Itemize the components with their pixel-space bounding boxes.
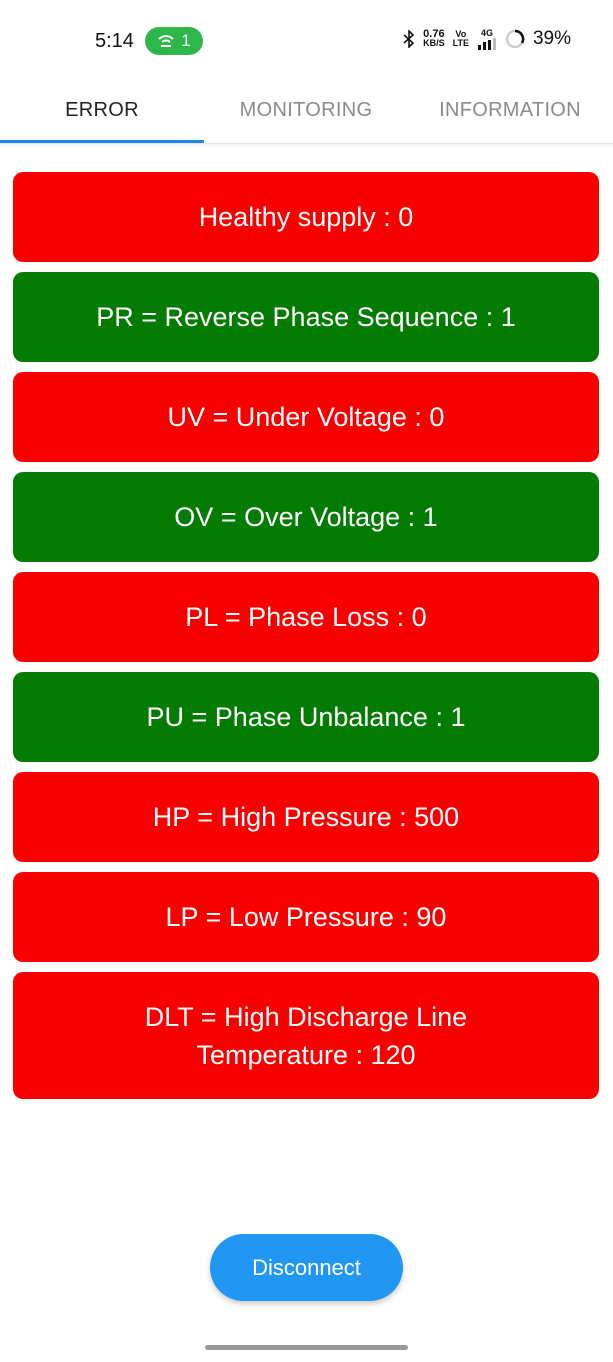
tab-monitoring[interactable]: MONITORING [204,80,408,140]
hotspot-pill[interactable]: 1 [145,27,203,55]
error-item-over-voltage: OV = Over Voltage : 1 [13,472,599,562]
tab-error[interactable]: ERROR [0,80,204,140]
error-label: OV = Over Voltage : 1 [174,502,438,532]
tab-information[interactable]: INFORMATION [408,80,612,140]
error-label: HP = High Pressure : 500 [152,802,460,832]
active-tab-indicator [0,140,204,143]
status-icons: 0.76 KB/S Vo LTE 4G 39% [403,28,571,50]
home-indicator[interactable] [205,1345,408,1350]
disconnect-button[interactable]: Disconnect [210,1234,403,1301]
error-item-healthy-supply: Healthy supply : 0 [13,172,599,262]
net-speed: 0.76 KB/S [423,28,445,48]
error-label: LP = Low Pressure : 90 [165,902,447,932]
error-label: PL = Phase Loss : 0 [185,602,427,632]
error-label: PU = Phase Unbalance : 1 [146,702,466,732]
error-item-low-pressure: LP = Low Pressure : 90 [13,872,599,962]
error-label-line2: Temperature : 120 [196,1039,416,1070]
error-item-high-pressure: HP = High Pressure : 500 [13,772,599,862]
error-item-phase-loss: PL = Phase Loss : 0 [13,572,599,662]
signal-indicator: 4G [477,28,497,50]
error-item-discharge-temperature: DLT = High Discharge Line Temperature : … [13,972,599,1099]
error-label: UV = Under Voltage : 0 [167,402,445,432]
error-item-under-voltage: UV = Under Voltage : 0 [13,372,599,462]
battery-percent: 39% [532,28,571,49]
error-item-phase-unbalance: PU = Phase Unbalance : 1 [13,672,599,762]
clock: 5:14 [95,30,134,52]
volte-indicator: Vo LTE [452,29,469,48]
hotspot-count: 1 [181,31,191,50]
error-item-reverse-phase: PR = Reverse Phase Sequence : 1 [13,272,599,362]
battery-ring-icon [505,29,525,49]
tab-bar: ERROR MONITORING INFORMATION [0,80,613,144]
hotspot-icon [158,35,174,47]
error-list: Healthy supply : 0 PR = Reverse Phase Se… [13,172,599,1109]
signal-bars-icon [477,37,496,50]
error-label: Healthy supply : 0 [198,202,414,232]
bluetooth-icon [403,30,415,48]
error-label: PR = Reverse Phase Sequence : 1 [96,302,516,332]
error-label-line1: DLT = High Discharge Line [144,1001,468,1032]
status-bar: 5:14 1 0.76 KB/S Vo LTE 4G 39% [0,0,613,80]
